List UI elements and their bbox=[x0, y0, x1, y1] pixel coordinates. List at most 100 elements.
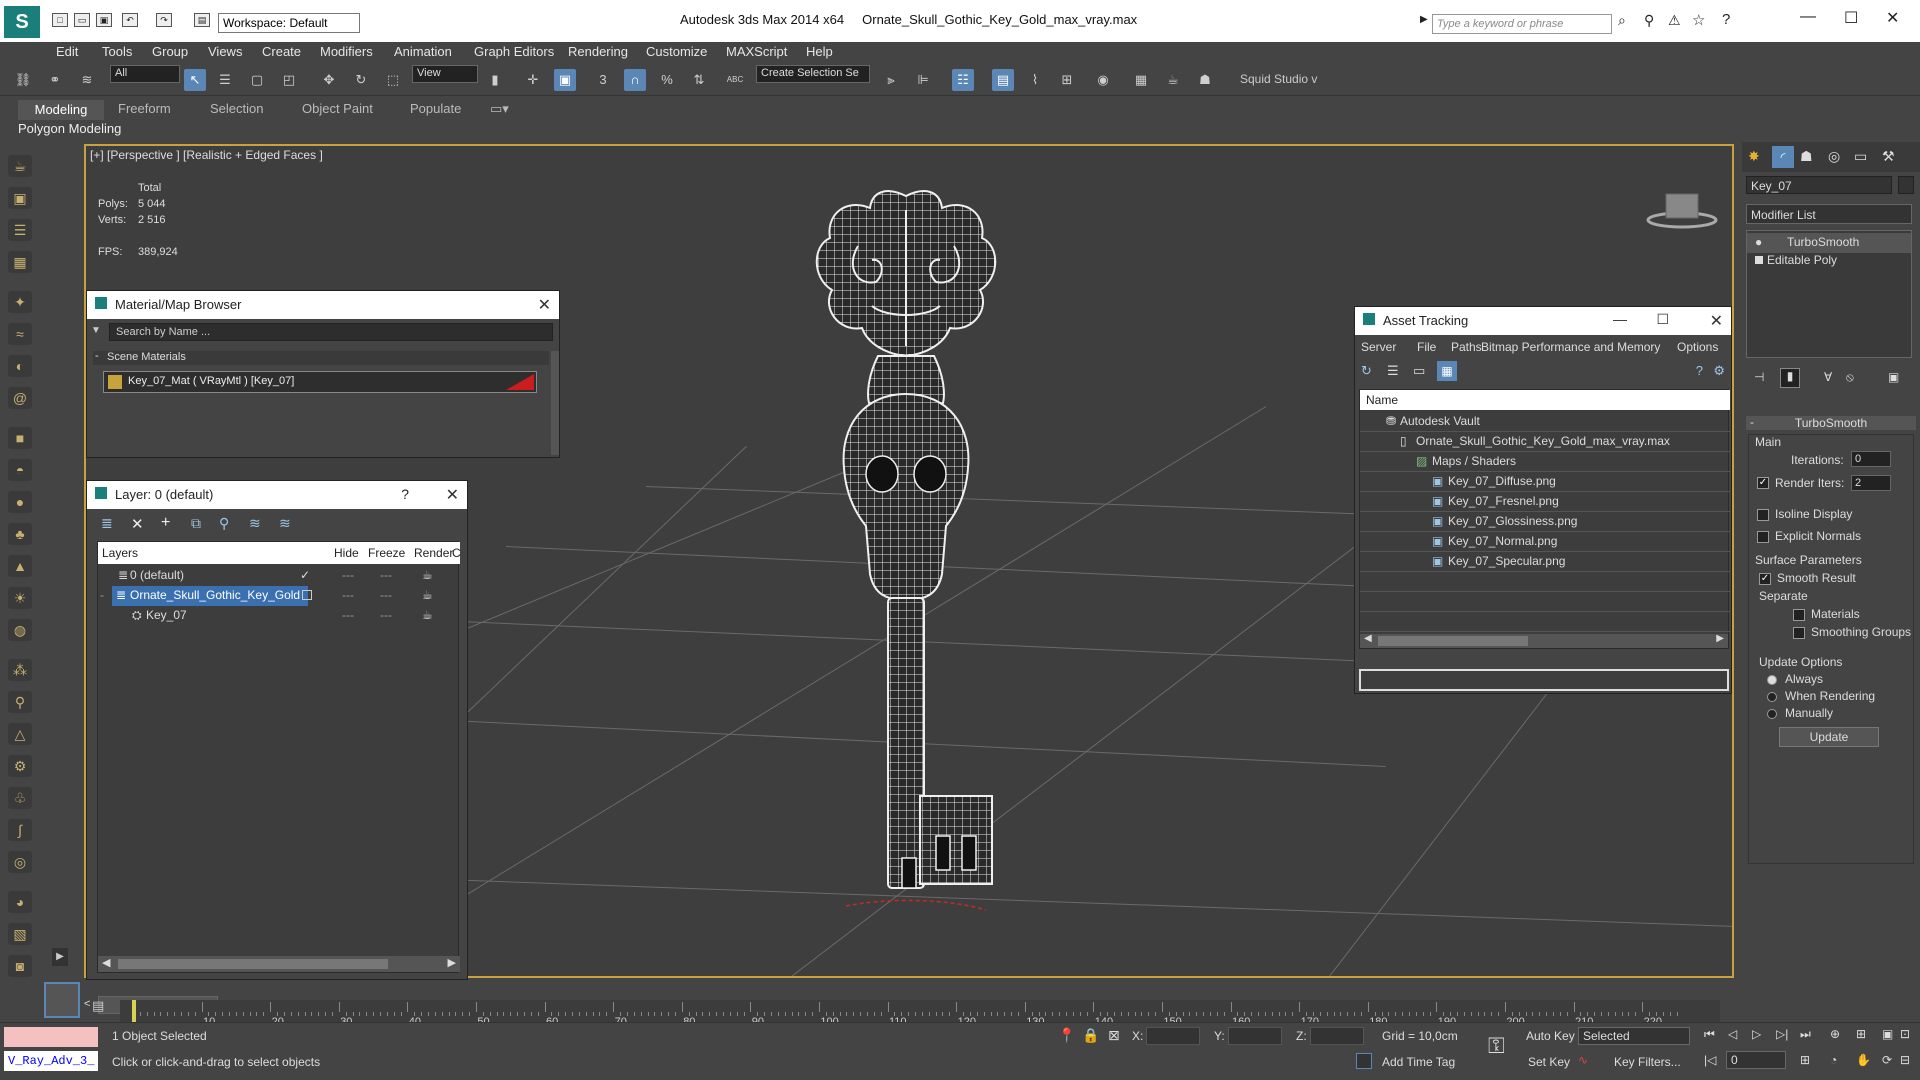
layer-panel-title[interactable]: Layer: 0 (default) ? ✕ bbox=[87, 481, 467, 509]
asset-path-field[interactable] bbox=[1359, 669, 1729, 691]
menu-create[interactable]: Create bbox=[262, 44, 301, 59]
set-key-icon[interactable]: ⚿ bbox=[1488, 1033, 1505, 1059]
render-iters-checkbox[interactable]: ✓ bbox=[1757, 477, 1769, 489]
smooth-result-checkbox[interactable]: ✓ bbox=[1759, 573, 1771, 585]
key-mode-dropdown[interactable]: Selected bbox=[1578, 1027, 1690, 1045]
rotate-icon[interactable]: ↻ bbox=[350, 69, 372, 91]
zoom-extents-icon[interactable]: ▣ bbox=[1882, 1027, 1893, 1041]
maximize-icon[interactable]: ☐ bbox=[1844, 8, 1858, 28]
asset-tracking-title[interactable]: Asset Tracking — ☐ ✕ bbox=[1355, 307, 1731, 335]
modifier-list-dropdown[interactable]: Modifier List bbox=[1746, 204, 1912, 224]
x-coordinate-field[interactable] bbox=[1146, 1027, 1200, 1045]
render-production-icon[interactable]: ☗ bbox=[1194, 69, 1216, 91]
asset-tree-header[interactable]: Name bbox=[1360, 390, 1730, 410]
selection-lock-icon[interactable]: 🔒 bbox=[1082, 1027, 1099, 1044]
highlight-layer-icon[interactable]: ⚲ bbox=[219, 515, 229, 532]
settings-icon[interactable]: ⚙ bbox=[1713, 363, 1725, 379]
zoom-icon[interactable]: ⊕ bbox=[1830, 1027, 1840, 1041]
object-name-field[interactable]: Key_07 bbox=[1746, 176, 1892, 194]
grass-icon[interactable]: ♧ bbox=[8, 787, 32, 809]
expand-toolbar-icon[interactable]: ▶ bbox=[52, 948, 68, 966]
maxscript-mini-listener[interactable]: V_Ray_Adv_3_ bbox=[4, 1051, 98, 1071]
iterations-spinner[interactable]: 0 bbox=[1851, 451, 1891, 467]
close-icon[interactable]: ✕ bbox=[446, 485, 459, 505]
hide-toggle[interactable]: --- bbox=[342, 608, 354, 622]
add-layer-icon[interactable]: + bbox=[161, 514, 170, 532]
thumbnail-view-icon[interactable]: ▭ bbox=[1413, 363, 1425, 379]
ribbon-polygon-modeling[interactable]: Polygon Modeling bbox=[18, 121, 121, 136]
close-icon[interactable]: ✕ bbox=[1886, 8, 1899, 28]
time-config-icon[interactable]: ⊞ bbox=[1800, 1053, 1810, 1067]
column-layers[interactable]: Layers bbox=[102, 546, 138, 560]
isoline-display-checkbox[interactable] bbox=[1757, 509, 1769, 521]
select-by-name-icon[interactable]: ☰ bbox=[214, 69, 236, 91]
display-tab-icon[interactable]: ▭ bbox=[1854, 148, 1867, 165]
select-object-icon[interactable]: ↖ bbox=[184, 69, 206, 91]
minimize-icon[interactable]: — bbox=[1800, 8, 1816, 26]
trackbar-toggle-icon[interactable]: ▤ bbox=[92, 998, 114, 1018]
close-icon[interactable]: ✕ bbox=[1710, 311, 1723, 331]
close-icon[interactable]: ✕ bbox=[538, 295, 551, 315]
current-frame-marker[interactable] bbox=[132, 1000, 136, 1022]
column-render[interactable]: Render bbox=[414, 546, 453, 560]
modify-tab-icon[interactable]: ◜ bbox=[1772, 146, 1794, 168]
time-tag-icon[interactable] bbox=[1356, 1053, 1372, 1069]
communication-icon[interactable]: ⚠ bbox=[1668, 12, 1681, 29]
remove-modifier-icon[interactable]: ⦸ bbox=[1846, 370, 1854, 385]
object-color-swatch[interactable] bbox=[1898, 176, 1914, 194]
project-folder-icon[interactable]: ▤ bbox=[194, 13, 210, 27]
goto-end-icon[interactable]: ⏭ bbox=[1800, 1027, 1811, 1042]
column-color[interactable]: C bbox=[452, 546, 461, 560]
separate-materials-checkbox[interactable] bbox=[1793, 609, 1805, 621]
key-filters-button[interactable]: Key Filters... bbox=[1614, 1055, 1681, 1069]
play-icon[interactable]: ▷ bbox=[1752, 1027, 1761, 1041]
horizontal-scrollbar[interactable]: ◀ ▶ bbox=[1360, 633, 1728, 648]
table-view-icon[interactable]: ▦ bbox=[1437, 361, 1457, 381]
goto-start-icon[interactable]: ⏮ bbox=[1704, 1027, 1715, 1042]
pivot-icon[interactable]: ▮ bbox=[484, 69, 506, 91]
menu-file[interactable]: File bbox=[1417, 340, 1436, 354]
sphere-icon[interactable]: ● bbox=[8, 491, 32, 513]
menu-server[interactable]: Server bbox=[1361, 340, 1396, 354]
render-iters-spinner[interactable]: 2 bbox=[1851, 475, 1891, 491]
set-key-button[interactable]: Set Key bbox=[1528, 1055, 1570, 1069]
pan-icon[interactable]: ✋ bbox=[1856, 1053, 1871, 1067]
utilities-tab-icon[interactable]: ⚒ bbox=[1882, 148, 1895, 165]
explicit-normals-checkbox[interactable] bbox=[1757, 531, 1769, 543]
globe-icon[interactable]: ◕ bbox=[8, 891, 32, 913]
scroll-right-icon[interactable]: ▶ bbox=[1716, 633, 1724, 644]
layer-row-default[interactable]: ≣ 0 (default) ✓ --- --- ☕ bbox=[98, 566, 460, 586]
hide-all-icon[interactable]: ≋ bbox=[249, 515, 261, 532]
sun-icon[interactable]: ☀ bbox=[8, 587, 32, 609]
vray-frame-icon[interactable]: ▧ bbox=[8, 923, 32, 945]
scroll-right-icon[interactable]: ▶ bbox=[448, 956, 456, 969]
save-file-icon[interactable]: ▣ bbox=[96, 13, 112, 27]
help-search-input[interactable]: Type a keyword or phrase bbox=[1432, 14, 1612, 34]
mini-listener-icon[interactable] bbox=[44, 982, 80, 1018]
y-coordinate-field[interactable] bbox=[1228, 1027, 1282, 1045]
ribbon-tab-object-paint[interactable]: Object Paint bbox=[302, 101, 373, 116]
separate-smoothing-checkbox[interactable] bbox=[1793, 627, 1805, 639]
add-time-tag[interactable]: Add Time Tag bbox=[1382, 1055, 1455, 1069]
asset-row-maps[interactable]: ▨ Maps / Shaders bbox=[1360, 452, 1730, 472]
menu-help[interactable]: Help bbox=[806, 44, 833, 59]
update-always-radio[interactable] bbox=[1767, 675, 1777, 685]
render-teapot-icon[interactable]: ☕ bbox=[422, 568, 433, 582]
reference-coordinate-dropdown[interactable]: View bbox=[412, 65, 478, 83]
current-frame-field[interactable]: 0 bbox=[1726, 1051, 1786, 1069]
move-icon[interactable]: ✥ bbox=[318, 69, 340, 91]
wind-icon[interactable]: ≈ bbox=[8, 323, 32, 345]
half-sphere-icon[interactable]: ◓ bbox=[8, 459, 32, 481]
column-freeze[interactable]: Freeze bbox=[368, 546, 405, 560]
motion-tab-icon[interactable]: ◎ bbox=[1828, 148, 1840, 165]
material-item[interactable]: Key_07_Mat ( VRayMtl ) [Key_07] bbox=[103, 371, 537, 393]
help-icon[interactable]: ? bbox=[401, 486, 409, 502]
scrollbar[interactable] bbox=[551, 351, 559, 455]
asset-row-map[interactable]: ▣ Key_07_Fresnel.png bbox=[1360, 492, 1730, 512]
expand-arrow-icon[interactable]: ▶ bbox=[1420, 14, 1428, 25]
menu-rendering[interactable]: Rendering bbox=[568, 44, 628, 59]
redo-icon[interactable]: ↷ bbox=[156, 13, 172, 27]
asset-row-map[interactable]: ▣ Key_07_Normal.png bbox=[1360, 532, 1730, 552]
make-current-icon[interactable] bbox=[302, 590, 312, 600]
plant-icon[interactable]: ♣ bbox=[8, 523, 32, 545]
